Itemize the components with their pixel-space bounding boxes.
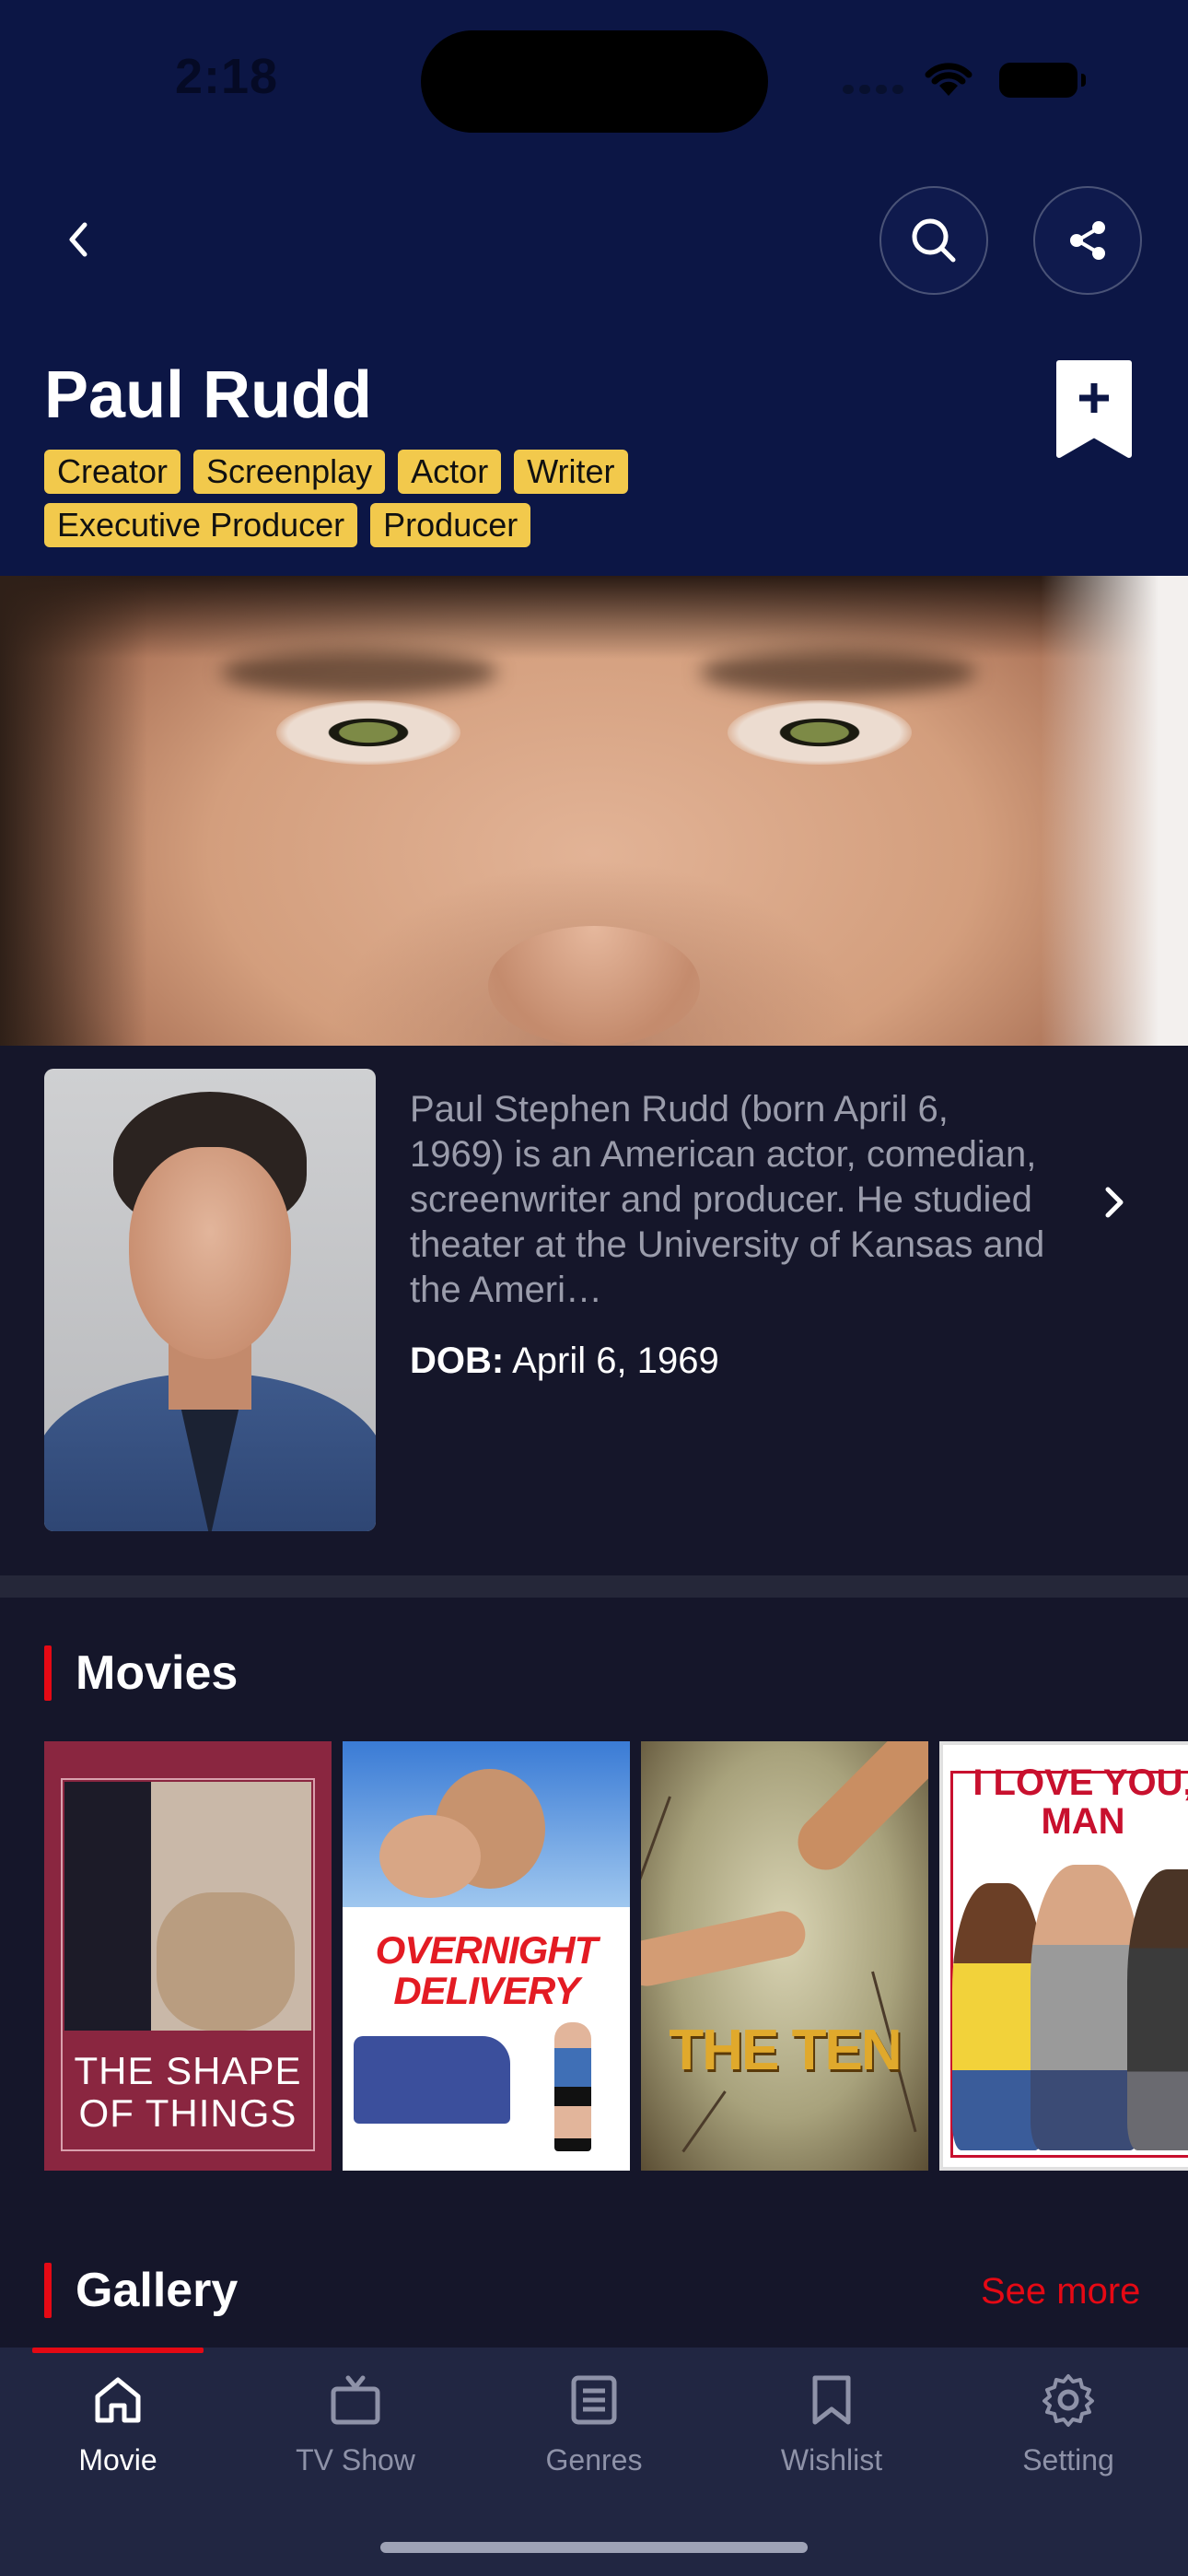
movie-poster[interactable]: THE SHAPE OF THINGS: [44, 1741, 332, 2171]
movies-title-text: Movies: [76, 1646, 239, 1700]
role-badge: Actor: [398, 450, 502, 494]
role-badge: Executive Producer: [44, 503, 358, 547]
role-badge: Creator: [44, 450, 181, 494]
role-badge: Writer: [514, 450, 628, 494]
chevron-right-icon: [1105, 1187, 1124, 1218]
person-name: Paul Rudd: [44, 358, 372, 432]
hero-image: [0, 576, 1188, 1046]
tab-genres[interactable]: Genres: [483, 2368, 705, 2477]
role-badge: Screenplay: [193, 450, 386, 494]
biography-text[interactable]: Paul Stephen Rudd (born April 6, 1969) i…: [410, 1087, 1045, 1313]
profile-photo: [44, 1069, 376, 1531]
see-more-link[interactable]: See more: [981, 2271, 1140, 2313]
role-badges: Creator Screenplay Actor Writer Executiv…: [44, 450, 689, 547]
share-button[interactable]: [1033, 186, 1142, 295]
date-of-birth: DOB: April 6, 1969: [410, 1341, 719, 1382]
tab-setting[interactable]: Setting: [958, 2368, 1179, 2477]
poster-title: OVERNIGHT DELIVERY: [375, 1928, 599, 2012]
tab-tv-show[interactable]: TV Show: [245, 2368, 466, 2477]
gear-icon: [1042, 2374, 1094, 2427]
chevron-left-icon: [69, 222, 87, 257]
active-tab-indicator: [32, 2348, 204, 2353]
movie-poster[interactable]: OVERNIGHT DELIVERY: [343, 1741, 630, 2171]
tab-label: TV Show: [296, 2443, 415, 2476]
movies-carousel[interactable]: THE SHAPE OF THINGS OVERNIGHT DELIVERY T…: [44, 1741, 1188, 2171]
back-button[interactable]: [51, 212, 106, 267]
role-badge: Producer: [370, 503, 531, 547]
header: 2:18 Paul Rudd Creator Screenplay Actor …: [0, 0, 1188, 576]
dob-value: April 6, 1969: [512, 1341, 719, 1381]
section-accent-bar: [44, 1645, 52, 1701]
battery-icon: [999, 63, 1086, 98]
tab-label: Genres: [545, 2443, 643, 2476]
search-button[interactable]: [879, 186, 988, 295]
status-time: 2:18: [175, 49, 279, 104]
tab-movie[interactable]: Movie: [7, 2368, 228, 2477]
gallery-section-title: Gallery: [44, 2263, 238, 2318]
movie-poster[interactable]: I LOVE YOU, MAN: [939, 1741, 1188, 2171]
list-icon: [571, 2375, 617, 2425]
dob-label: DOB:: [410, 1341, 505, 1381]
gallery-title-text: Gallery: [76, 2264, 239, 2317]
movies-section-title: Movies: [44, 1645, 238, 1701]
section-divider: [0, 1575, 1188, 1598]
poster-title: THE SHAPE OF THINGS: [74, 2049, 302, 2135]
bookmark-icon: [812, 2375, 851, 2425]
home-icon: [95, 2377, 141, 2423]
poster-title: THE TEN: [669, 2019, 902, 2082]
tab-label: Setting: [1022, 2443, 1114, 2476]
tab-label: Movie: [78, 2443, 157, 2476]
biography-excerpt: Paul Stephen Rudd (born April 6, 1969) i…: [410, 1089, 1045, 1310]
tv-icon: [331, 2375, 380, 2425]
tab-wishlist[interactable]: Wishlist: [721, 2368, 942, 2477]
search-icon: [912, 218, 956, 263]
wifi-icon: [925, 63, 973, 96]
dynamic-island: [421, 30, 768, 133]
bio-expand-button[interactable]: [1091, 1179, 1137, 1225]
poster-title: I LOVE YOU, MAN: [973, 1762, 1188, 1842]
movie-poster[interactable]: THE TEN: [641, 1741, 928, 2171]
signal-icon: [843, 85, 903, 94]
add-bookmark-button[interactable]: [1055, 359, 1133, 459]
section-accent-bar: [44, 2263, 52, 2318]
tab-label: Wishlist: [780, 2443, 883, 2476]
home-indicator[interactable]: [380, 2542, 808, 2553]
share-icon: [1070, 221, 1105, 260]
